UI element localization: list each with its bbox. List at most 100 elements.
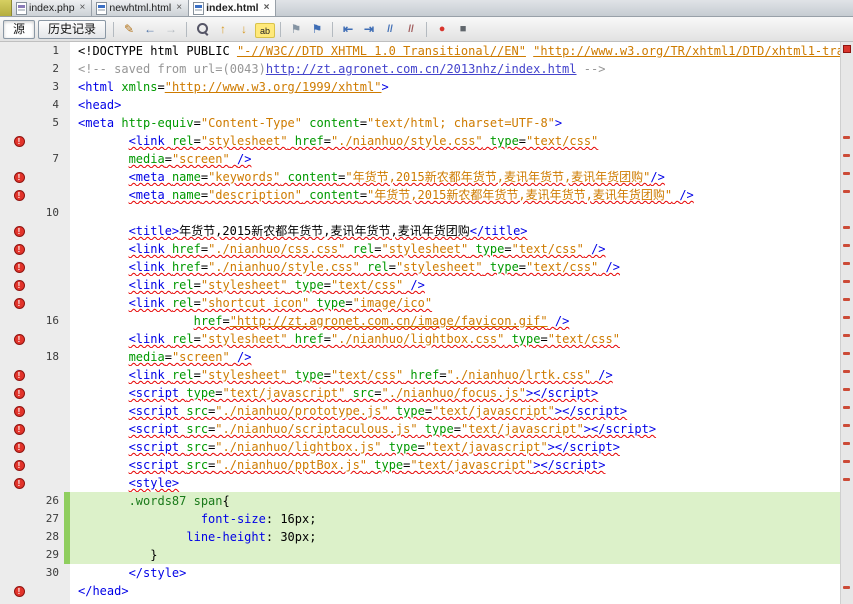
next-bookmark-button[interactable]: ⚑ <box>307 20 327 39</box>
code-line[interactable]: ! <link rel="shortcut icon" type="image/… <box>0 294 853 312</box>
code-line[interactable]: 16 href="http://zt.agronet.com.cn/image/… <box>0 312 853 330</box>
error-badge-icon[interactable]: ! <box>13 405 25 417</box>
close-tab-icon[interactable]: × <box>80 3 86 13</box>
code-line[interactable]: ! <link rel="stylesheet" type="text/css"… <box>0 276 853 294</box>
error-stripe-mark[interactable] <box>843 280 850 283</box>
start-macro-recording-button[interactable]: ● <box>432 20 452 39</box>
error-stripe-mark[interactable] <box>843 136 850 139</box>
code-editor[interactable]: 1 <!DOCTYPE html PUBLIC "-//W3C//DTD XHTM… <box>0 42 853 604</box>
error-badge-icon[interactable]: ! <box>13 279 25 291</box>
uncomment-button[interactable]: // <box>401 20 421 39</box>
next-occurrence-button[interactable]: ↓ <box>234 20 254 39</box>
jump-back-button[interactable]: ← <box>140 20 160 39</box>
code-line[interactable]: ! <title>年货节,2015新农都年货节,麦讯年货节,麦讯年货团购</ti… <box>0 222 853 240</box>
error-badge-icon[interactable]: ! <box>13 189 25 201</box>
code-line[interactable]: ! <meta name="description" content="年货节,… <box>0 186 853 204</box>
error-badge-icon[interactable]: ! <box>13 387 25 399</box>
error-stripe-mark[interactable] <box>843 244 850 247</box>
code-line[interactable]: 30 </style> <box>0 564 853 582</box>
error-stripe[interactable] <box>840 42 853 604</box>
code-line[interactable]: ! <link rel="stylesheet" type="text/css"… <box>0 366 853 384</box>
comment-button[interactable]: // <box>380 20 400 39</box>
error-stripe-mark[interactable] <box>843 406 850 409</box>
error-badge-icon[interactable]: ! <box>13 477 25 489</box>
error-stripe-mark[interactable] <box>843 388 850 391</box>
shift-left-button[interactable]: ⇤ <box>338 20 358 39</box>
code-line[interactable]: ! <script src = "./nianhuo/lightbox.js" ty… <box>0 438 853 456</box>
error-stripe-mark[interactable] <box>843 370 850 373</box>
error-badge-icon[interactable]: ! <box>13 171 25 183</box>
error-badge-icon[interactable]: ! <box>13 441 25 453</box>
tab-strip-corner-icon[interactable] <box>0 0 12 16</box>
editor-tab-newhtml.html[interactable]: newhtml.html × <box>92 0 190 16</box>
code-line[interactable]: 7 media="screen" /> <box>0 150 853 168</box>
error-stripe-mark[interactable] <box>843 190 850 193</box>
source-view-button[interactable]: 源 <box>3 19 36 39</box>
code-line[interactable]: 4 <head> <box>0 96 853 114</box>
code-line[interactable]: 29 } <box>0 546 853 564</box>
error-badge-icon[interactable]: ! <box>13 369 25 381</box>
error-stripe-mark[interactable] <box>843 334 850 337</box>
jump-forward-button[interactable]: → <box>161 20 181 39</box>
code-line[interactable]: 3 <html xmlns="http://www.w3.org/1999/xht… <box>0 78 853 96</box>
code-line[interactable]: ! <link rel="stylesheet" href="./nianhuo… <box>0 132 853 150</box>
code-line[interactable]: 5 <meta http-equiv="Content-Type" content… <box>0 114 853 132</box>
editor-tab-index.html[interactable]: index.html × <box>189 0 277 16</box>
error-badge-icon[interactable]: ! <box>13 261 25 273</box>
error-badge-icon[interactable]: ! <box>13 459 25 471</box>
code-line[interactable]: ! <script src="./nianhuo/pptBox.js" type… <box>0 456 853 474</box>
code-line[interactable]: 10 <box>0 204 853 222</box>
code-line[interactable]: ! <link href="./nianhuo/css.css" rel="st… <box>0 240 853 258</box>
error-stripe-mark[interactable] <box>843 460 850 463</box>
code-line[interactable]: 2 <!-- saved from url=(0043)http://zt.agr… <box>0 60 853 78</box>
code-line[interactable]: ! <script type="text/javascript" src="./… <box>0 384 853 402</box>
close-tab-icon[interactable]: × <box>264 3 270 13</box>
code-token: = <box>374 242 382 256</box>
code-line[interactable]: ! <link rel="stylesheet" href="./nianhuo… <box>0 330 853 348</box>
error-badge-icon[interactable]: ! <box>13 243 25 255</box>
code-token: href <box>410 368 440 382</box>
previous-occurrence-button[interactable]: ↑ <box>213 20 233 39</box>
error-stripe-mark[interactable] <box>843 424 850 427</box>
close-tab-icon[interactable]: × <box>176 3 182 13</box>
code-line[interactable]: ! <meta name="keywords" content="年货节,201… <box>0 168 853 186</box>
code-line[interactable]: 18 media="screen" /> <box>0 348 853 366</box>
error-badge-icon[interactable]: ! <box>13 297 25 309</box>
code-line[interactable]: 28 line-height: 30px; <box>0 528 853 546</box>
editor-tab-index.php[interactable]: index.php × <box>12 0 93 16</box>
code-line[interactable]: ! <script src = "./nianhuo/prototype.js" t… <box>0 402 853 420</box>
error-stripe-mark[interactable] <box>843 154 850 157</box>
error-stripe-mark[interactable] <box>843 316 850 319</box>
error-stripe-mark[interactable] <box>843 226 850 229</box>
shift-right-button[interactable]: ⇥ <box>359 20 379 39</box>
code-line[interactable]: ! <link href="./nianhuo/style.css" rel="… <box>0 258 853 276</box>
code-line[interactable]: ! </head> <box>0 582 853 600</box>
stop-macro-recording-button[interactable]: ■ <box>453 20 473 39</box>
error-stripe-mark[interactable] <box>843 442 850 445</box>
code-line[interactable]: 27 font-size: 16px; <box>0 510 853 528</box>
code-token: <link <box>128 242 172 256</box>
toggle-highlight-button[interactable]: ab <box>255 22 276 38</box>
code-text: <meta name="description" content="年货节,20… <box>70 186 853 204</box>
error-stripe-mark[interactable] <box>843 298 850 301</box>
code-line[interactable]: ! <style> <box>0 474 853 492</box>
error-stripe-mark[interactable] <box>843 172 850 175</box>
error-stripe-mark[interactable] <box>843 262 850 265</box>
code-line[interactable]: 26 .words87 span{ <box>0 492 853 510</box>
error-stripe-mark[interactable] <box>843 478 850 481</box>
error-stripe-mark[interactable] <box>843 586 850 589</box>
error-stripe-mark[interactable] <box>843 352 850 355</box>
error-badge-icon[interactable]: ! <box>13 585 25 597</box>
find-selection-button[interactable] <box>192 20 212 39</box>
code-line[interactable]: ! <script src = "./nianhuo/scriptaculous.j… <box>0 420 853 438</box>
history-view-button[interactable]: 历史记录 <box>38 19 107 39</box>
error-badge-icon[interactable]: ! <box>13 225 25 237</box>
code-line[interactable]: 1 <!DOCTYPE html PUBLIC "-//W3C//DTD XHTM… <box>0 42 853 60</box>
error-badge-icon[interactable]: ! <box>13 333 25 345</box>
error-badge-icon[interactable]: ! <box>13 423 25 435</box>
error-badge-icon[interactable]: ! <box>13 135 25 147</box>
last-edit-location-button[interactable]: ✎ <box>119 20 139 39</box>
line-number: 16 <box>38 312 64 330</box>
previous-bookmark-button[interactable]: ⚑ <box>286 20 306 39</box>
